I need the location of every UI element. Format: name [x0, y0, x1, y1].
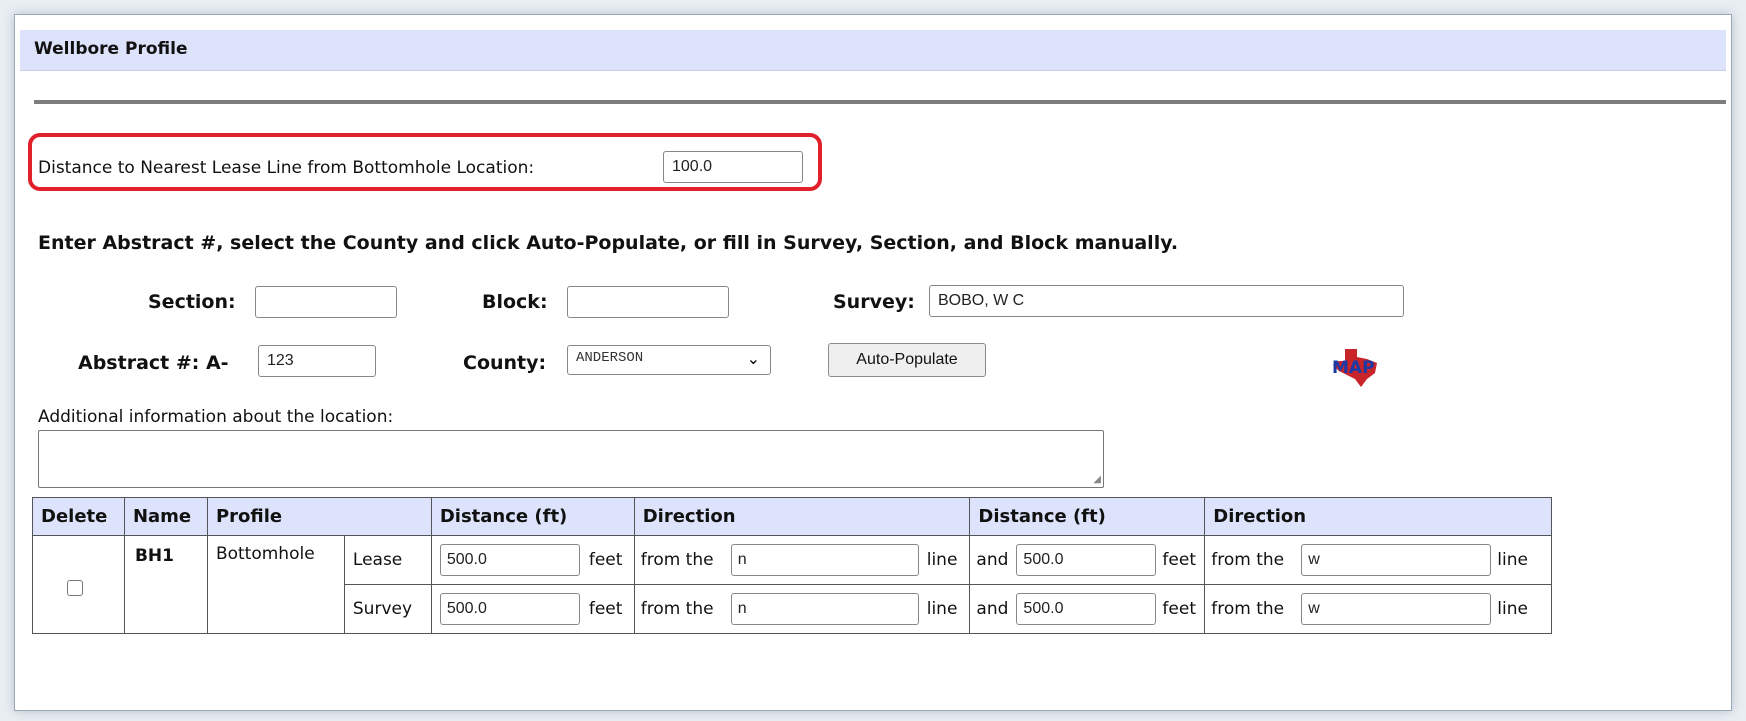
- and-label: and: [976, 550, 1009, 570]
- and-label: and: [976, 599, 1009, 619]
- panel-title: Wellbore Profile: [34, 39, 188, 59]
- resize-grip-icon: ◢: [1093, 474, 1101, 485]
- col-header-delete: Delete: [32, 497, 125, 536]
- section-input[interactable]: [255, 286, 397, 318]
- section-label: Section:: [148, 291, 236, 313]
- survey-label: Survey:: [833, 291, 915, 313]
- lease-line-distance-input[interactable]: [663, 151, 803, 183]
- col-header-distance-2: Distance (ft): [969, 497, 1206, 536]
- delete-cell: [32, 535, 125, 634]
- from-the-label: from the: [1211, 599, 1285, 619]
- col-header-direction-2: Direction: [1204, 497, 1552, 536]
- feet-label: feet: [588, 550, 623, 570]
- survey-direction-1-input[interactable]: [730, 593, 919, 625]
- from-the-label: from the: [1211, 550, 1285, 570]
- lease-direction-2-input[interactable]: [1301, 544, 1492, 576]
- line-type-survey: Survey: [343, 584, 432, 634]
- chevron-down-icon: ⌄: [746, 349, 760, 368]
- col-header-name: Name: [123, 497, 208, 536]
- additional-info-label: Additional information about the locatio…: [38, 407, 394, 427]
- line-label: line: [926, 550, 958, 570]
- survey-input[interactable]: [929, 285, 1404, 317]
- delete-checkbox[interactable]: [67, 580, 83, 596]
- county-label: County:: [463, 352, 547, 374]
- from-the-label: from the: [640, 599, 714, 619]
- table-row: BH1 Bottomhole Lease feet from the line …: [32, 535, 1552, 634]
- feet-label: feet: [588, 599, 623, 619]
- block-input[interactable]: [567, 286, 729, 318]
- col-header-direction-1: Direction: [633, 497, 971, 536]
- lease-direction-1-input[interactable]: [730, 544, 919, 576]
- name-cell: BH1: [123, 535, 208, 634]
- col-header-distance-1: Distance (ft): [430, 497, 635, 536]
- line-label: line: [1497, 599, 1528, 619]
- line-label: line: [926, 599, 958, 619]
- line-type-lease: Lease: [343, 535, 432, 585]
- from-the-label: from the: [640, 550, 714, 570]
- map-icon-text: MAP: [1332, 358, 1375, 378]
- lease-distance-2-input[interactable]: [1016, 544, 1157, 576]
- divider: [34, 100, 1726, 104]
- lease-line-label: Distance to Nearest Lease Line from Bott…: [38, 158, 535, 178]
- col-header-profile: Profile: [206, 497, 432, 536]
- auto-populate-button[interactable]: Auto-Populate: [828, 343, 986, 377]
- block-label: Block:: [482, 291, 548, 313]
- abstract-input[interactable]: [258, 345, 376, 377]
- table-header-row: Delete Name Profile Distance (ft) Direct…: [32, 497, 1552, 536]
- additional-info-textarea[interactable]: ◢: [38, 430, 1104, 488]
- line-label: line: [1497, 550, 1528, 570]
- wellbore-table: Delete Name Profile Distance (ft) Direct…: [32, 497, 1552, 634]
- panel-header: Wellbore Profile: [20, 30, 1726, 71]
- map-icon[interactable]: MAP: [1327, 343, 1383, 389]
- survey-distance-2-input[interactable]: [1016, 593, 1157, 625]
- feet-label: feet: [1162, 599, 1196, 619]
- survey-direction-2-input[interactable]: [1301, 593, 1492, 625]
- instructions-text: Enter Abstract #, select the County and …: [38, 232, 1179, 254]
- survey-distance-1-input[interactable]: [439, 593, 580, 625]
- county-select-value: ANDERSON: [576, 350, 644, 366]
- profile-cell: Bottomhole: [206, 535, 345, 634]
- lease-distance-1-input[interactable]: [439, 544, 580, 576]
- county-select[interactable]: ANDERSON ⌄: [567, 345, 771, 375]
- feet-label: feet: [1162, 550, 1196, 570]
- abstract-label: Abstract #: A-: [78, 352, 229, 374]
